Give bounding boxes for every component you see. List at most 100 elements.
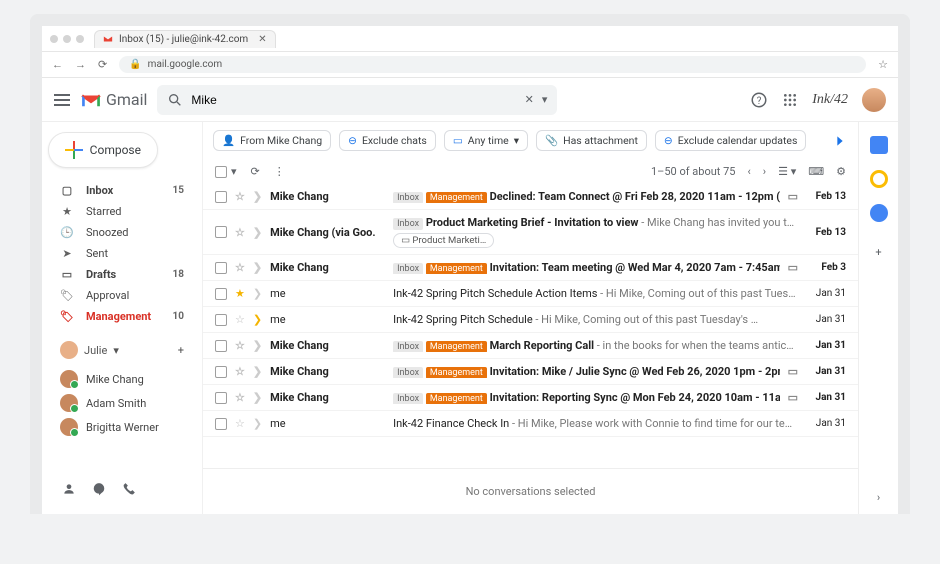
menu-icon[interactable] (54, 94, 70, 106)
importance-icon[interactable]: ❯ (253, 417, 262, 430)
prev-page-icon[interactable]: ‹ (747, 165, 750, 178)
star-icon[interactable]: ☆ (235, 226, 245, 239)
row-checkbox[interactable] (215, 288, 227, 300)
email-row[interactable]: ☆❯Mike ChangInbox Management Invitation:… (203, 359, 858, 385)
compose-button[interactable]: Compose (48, 132, 158, 168)
row-checkbox[interactable] (215, 262, 227, 274)
chip-icon: 👤 (222, 134, 235, 147)
folder-icon: ➤ (60, 247, 74, 260)
chat-contact[interactable]: Brigitta Werner (48, 415, 196, 439)
row-checkbox[interactable] (215, 191, 227, 203)
email-row[interactable]: ☆❯Mike ChangInbox Management Declined: T… (203, 184, 858, 210)
star-icon[interactable]: ☆ (235, 391, 245, 404)
management-label: Management (426, 367, 487, 378)
reload-icon[interactable]: ⟳ (98, 58, 107, 71)
importance-icon[interactable]: ❯ (253, 313, 262, 326)
filter-chip[interactable]: ⊖Exclude chats (339, 130, 436, 151)
browser-tab[interactable]: Inbox (15) - julie@ink-42.com ✕ (94, 30, 276, 48)
star-icon[interactable]: ☆ (235, 261, 245, 274)
importance-icon[interactable]: ❯ (253, 287, 262, 300)
new-chat-icon[interactable]: + (178, 344, 184, 357)
folder-icon: 🏷 (60, 310, 74, 323)
lock-icon: 🔒 (129, 59, 141, 70)
filter-chip[interactable]: 👤From Mike Chang (213, 130, 331, 151)
filter-chip[interactable]: 📎Has attachment (536, 130, 647, 151)
row-checkbox[interactable] (215, 366, 227, 378)
user-avatar[interactable] (862, 88, 886, 112)
result-count: 1–50 of about 75 (651, 165, 736, 178)
hangouts-icon[interactable] (92, 482, 106, 496)
search-box[interactable]: ✕ ▾ (157, 85, 557, 115)
search-options-icon[interactable]: ▾ (542, 93, 548, 106)
address-bar[interactable]: 🔒 mail.google.com (119, 56, 866, 73)
collapse-rail-icon[interactable]: › (877, 491, 880, 504)
sidebar-item-approval[interactable]: 🏷Approval (48, 285, 196, 306)
settings-icon[interactable]: ⚙ (836, 165, 846, 178)
star-icon[interactable]: ☆ (235, 313, 245, 326)
row-checkbox[interactable] (215, 418, 227, 430)
next-page-icon[interactable]: › (763, 165, 766, 178)
sidebar-item-sent[interactable]: ➤Sent (48, 243, 196, 264)
more-icon[interactable]: ⋮ (274, 165, 285, 178)
more-chips-icon[interactable] (832, 133, 848, 149)
importance-icon[interactable]: ❯ (253, 261, 262, 274)
star-icon[interactable]: ☆ (235, 190, 245, 203)
star-icon[interactable]: ★ (235, 287, 245, 300)
gmail-logo[interactable]: Gmail (80, 90, 147, 109)
importance-icon[interactable]: ❯ (253, 391, 262, 404)
sidebar-item-management[interactable]: 🏷Management10 (48, 306, 196, 327)
inbox-label: Inbox (393, 367, 423, 378)
inbox-label: Inbox (393, 192, 423, 203)
email-row[interactable]: ☆❯Mike ChangInbox Management March Repor… (203, 333, 858, 359)
email-row[interactable]: ☆❯meInk-42 Spring Pitch Schedule - Hi Mi… (203, 307, 858, 333)
keep-addon-icon[interactable] (870, 170, 888, 188)
forward-icon[interactable]: → (75, 58, 86, 71)
support-icon[interactable]: ? (750, 91, 768, 109)
sidebar-item-starred[interactable]: ★Starred (48, 201, 196, 222)
star-icon[interactable]: ☆ (235, 339, 245, 352)
sidebar-item-drafts[interactable]: ▭Drafts18 (48, 264, 196, 285)
keyboard-icon[interactable]: ⌨ (808, 165, 824, 178)
add-addon-icon[interactable]: + (875, 246, 881, 259)
row-checkbox[interactable] (215, 340, 227, 352)
sidebar-item-snoozed[interactable]: 🕒Snoozed (48, 222, 196, 243)
star-icon[interactable]: ☆ (878, 58, 888, 71)
email-row[interactable]: ☆❯Mike ChangInbox Management Invitation:… (203, 385, 858, 411)
filter-chip[interactable]: ▭Any time ▾ (444, 130, 528, 151)
row-checkbox[interactable] (215, 314, 227, 326)
email-row[interactable]: ☆❯Mike ChangInbox Management Invitation:… (203, 255, 858, 281)
chat-contact[interactable]: Mike Chang (48, 367, 196, 391)
email-subject: Invitation: Mike / Julie Sync @ Wed Feb … (490, 365, 780, 378)
density-icon[interactable]: ☰ ▾ (778, 165, 796, 178)
row-checkbox[interactable] (215, 226, 227, 238)
window-controls[interactable] (50, 35, 84, 43)
chat-contact[interactable]: Adam Smith (48, 391, 196, 415)
email-preview: - Hi Mike, Coming out of this past Tues… (597, 287, 795, 300)
back-icon[interactable]: ← (52, 58, 63, 71)
filter-chip[interactable]: ⊖Exclude calendar updates (655, 130, 806, 151)
apps-icon[interactable] (782, 92, 798, 108)
refresh-icon[interactable]: ⟳ (251, 165, 260, 178)
close-tab-icon[interactable]: ✕ (258, 34, 266, 45)
star-icon[interactable]: ☆ (235, 417, 245, 430)
email-row[interactable]: ★❯meInk-42 Spring Pitch Schedule Action … (203, 281, 858, 307)
calendar-icon: ▭ (788, 365, 798, 378)
importance-icon[interactable]: ❯ (253, 226, 262, 239)
tasks-addon-icon[interactable] (870, 204, 888, 222)
clear-search-icon[interactable]: ✕ (525, 93, 534, 106)
attachment-chip[interactable]: ▭ Product Marketi… (393, 233, 494, 248)
importance-icon[interactable]: ❯ (253, 190, 262, 203)
select-all-checkbox[interactable]: ▾ (215, 165, 237, 178)
person-icon[interactable] (62, 482, 76, 496)
search-input[interactable] (191, 93, 516, 107)
star-icon[interactable]: ☆ (235, 365, 245, 378)
phone-icon[interactable] (122, 482, 136, 496)
row-checkbox[interactable] (215, 392, 227, 404)
chat-header[interactable]: Julie ▾ + (48, 335, 196, 365)
calendar-addon-icon[interactable] (870, 136, 888, 154)
importance-icon[interactable]: ❯ (253, 365, 262, 378)
importance-icon[interactable]: ❯ (253, 339, 262, 352)
sidebar-item-inbox[interactable]: ▢Inbox15 (48, 180, 196, 201)
email-row[interactable]: ☆❯Mike Chang (via Goo.Inbox Product Mark… (203, 210, 858, 255)
email-row[interactable]: ☆❯meInk-42 Finance Check In - Hi Mike, P… (203, 411, 858, 437)
